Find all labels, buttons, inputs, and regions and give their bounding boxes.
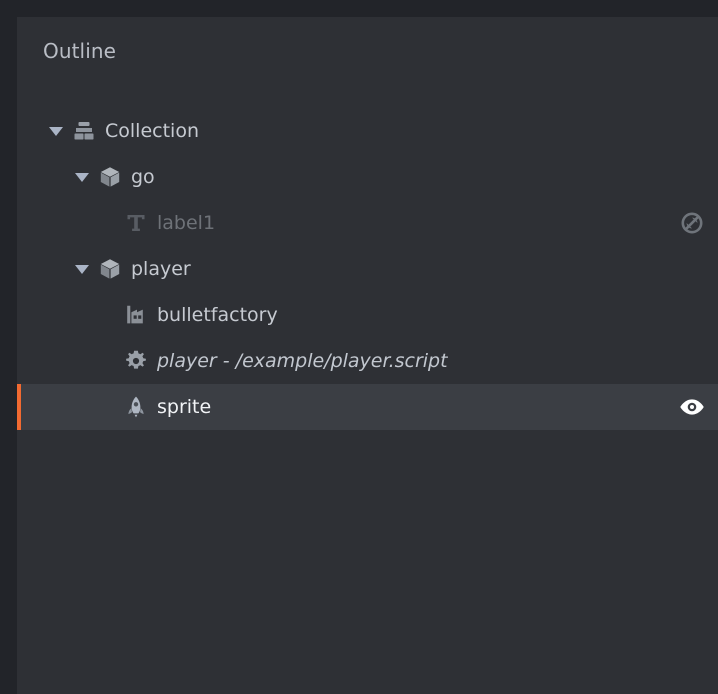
- tree-row-label: label1: [157, 212, 216, 234]
- tree-row-content: label1: [17, 212, 718, 234]
- disclosure-triangle-icon[interactable]: [69, 264, 95, 274]
- factory-icon: [121, 304, 151, 326]
- tree-row[interactable]: bulletfactory: [17, 292, 718, 338]
- game-object-cube-icon: [95, 165, 125, 189]
- tree-row-content: player - /example/player.script: [17, 349, 718, 373]
- page-title: Outline: [43, 39, 117, 63]
- eye-off-icon[interactable]: [677, 200, 707, 246]
- collection-icon: [69, 120, 99, 142]
- sprite-rocket-icon: [121, 395, 151, 419]
- outline-panel: Outline Collection go label1 player bulletfa…: [17, 17, 718, 694]
- tree-row-content: sprite: [17, 395, 718, 419]
- tree-row[interactable]: Collection: [17, 108, 718, 154]
- tree-row-label: go: [131, 166, 155, 188]
- chevron-down-icon: [75, 172, 89, 182]
- selection-marker: [17, 384, 21, 430]
- tree-row[interactable]: player - /example/player.script: [17, 338, 718, 384]
- tree-row-label: sprite: [157, 396, 212, 418]
- tree-row-label: bulletfactory: [157, 304, 278, 326]
- tree-row-content: player: [17, 257, 718, 281]
- game-object-cube-icon: [95, 257, 125, 281]
- script-gear-icon: [121, 349, 151, 373]
- tree-row-content: Collection: [17, 120, 718, 142]
- tree-row-label: player: [131, 258, 191, 280]
- label-text-icon: [121, 212, 151, 234]
- disclosure-triangle-icon[interactable]: [43, 126, 69, 136]
- disclosure-triangle-icon[interactable]: [69, 172, 95, 182]
- outline-tree: Collection go label1 player bulletfactory pla…: [17, 108, 718, 430]
- tree-row-content: go: [17, 165, 718, 189]
- tree-row[interactable]: label1: [17, 200, 718, 246]
- tree-row[interactable]: player: [17, 246, 718, 292]
- eye-on-icon[interactable]: [677, 384, 707, 430]
- tree-row-label: player - /example/player.script: [157, 350, 448, 372]
- chevron-down-icon: [75, 264, 89, 274]
- tree-row[interactable]: go: [17, 154, 718, 200]
- tree-row[interactable]: sprite: [17, 384, 718, 430]
- tree-row-content: bulletfactory: [17, 304, 718, 326]
- tree-row-label: Collection: [105, 120, 199, 142]
- chevron-down-icon: [49, 126, 63, 136]
